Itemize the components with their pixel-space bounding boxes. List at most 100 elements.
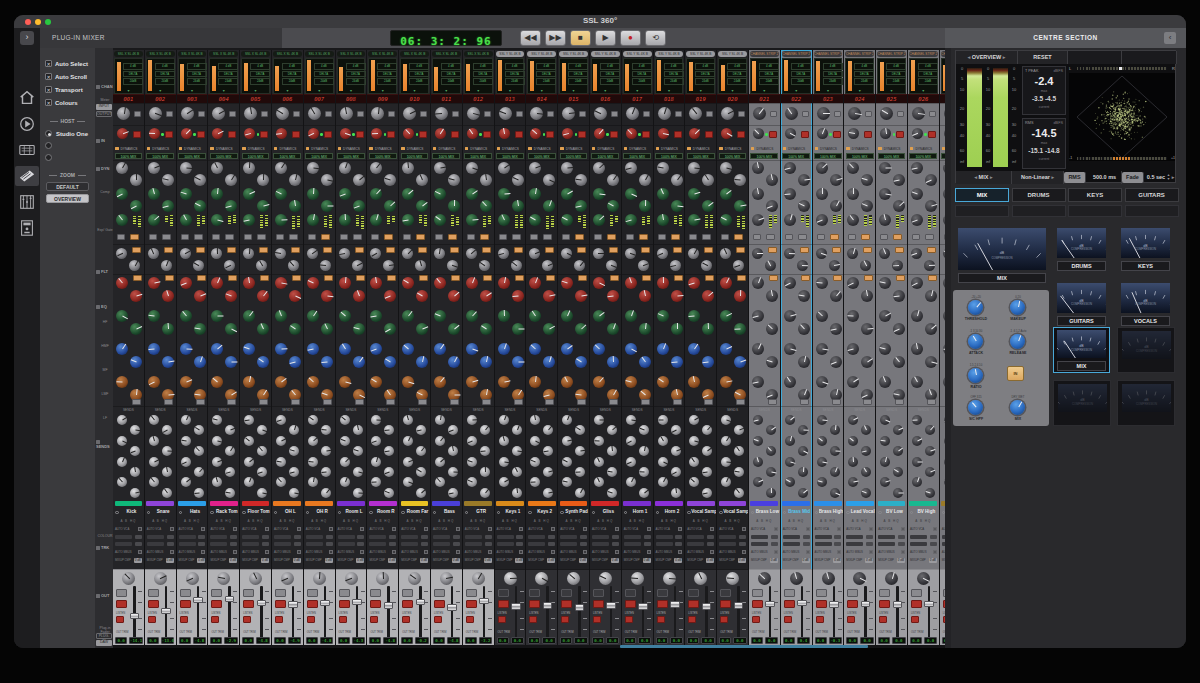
play-button[interactable]: ▶ — [595, 30, 616, 46]
button[interactable] — [943, 616, 945, 623]
knob[interactable] — [943, 214, 945, 226]
button[interactable] — [848, 234, 856, 240]
knob[interactable] — [848, 107, 861, 120]
knob[interactable] — [658, 477, 668, 487]
knob[interactable] — [276, 107, 289, 120]
fade-button[interactable]: Fade — [1122, 172, 1144, 183]
knob[interactable] — [639, 446, 649, 456]
meter-output-button[interactable]: OUTPUT — [96, 111, 112, 117]
button[interactable] — [720, 616, 728, 623]
knob[interactable] — [339, 248, 350, 259]
knob[interactable] — [435, 415, 445, 425]
knob[interactable] — [943, 188, 945, 200]
track-name[interactable]: Room R — [367, 507, 398, 518]
knob[interactable] — [798, 425, 808, 435]
knob[interactable] — [766, 488, 776, 498]
strip-header[interactable]: SSL X SL 4K B — [463, 50, 494, 58]
knob[interactable] — [817, 477, 827, 487]
knob[interactable] — [162, 323, 174, 335]
knob[interactable] — [257, 488, 267, 498]
knob[interactable] — [734, 200, 746, 212]
knob[interactable] — [561, 162, 573, 174]
knob[interactable] — [766, 356, 778, 368]
vu-label-vocals[interactable]: VOCALS — [1121, 316, 1170, 326]
knob[interactable] — [785, 415, 795, 425]
button[interactable] — [419, 275, 428, 281]
button[interactable] — [736, 247, 745, 253]
button[interactable] — [643, 111, 650, 117]
knob[interactable] — [830, 488, 840, 498]
knob[interactable] — [149, 477, 159, 487]
knob[interactable] — [289, 174, 301, 186]
knob[interactable] — [790, 572, 803, 585]
strip-header[interactable]: CHANNEL STRIP 2 — [813, 50, 844, 58]
button[interactable] — [466, 616, 474, 623]
knob[interactable] — [180, 310, 192, 322]
knob[interactable] — [257, 467, 267, 477]
button[interactable] — [642, 131, 650, 138]
track-name[interactable]: Bass — [431, 507, 462, 518]
knob[interactable] — [943, 310, 945, 322]
button[interactable] — [130, 234, 139, 240]
button[interactable] — [435, 234, 443, 240]
knob[interactable] — [543, 356, 555, 368]
knob[interactable] — [194, 467, 204, 477]
collapse-panel-button[interactable]: ‹ — [1164, 32, 1176, 44]
zoom-overview-button[interactable]: OVERVIEW — [46, 194, 89, 203]
knob[interactable] — [861, 425, 871, 435]
knob[interactable] — [861, 488, 871, 498]
knob[interactable] — [766, 467, 776, 477]
knob[interactable] — [626, 415, 636, 425]
knob[interactable] — [879, 310, 891, 322]
button[interactable] — [434, 600, 445, 608]
strip-header[interactable]: CHANNEL STRIP 2 — [876, 50, 907, 58]
knob[interactable] — [734, 488, 744, 498]
knob[interactable] — [848, 457, 858, 467]
knob[interactable] — [403, 415, 413, 425]
knob[interactable] — [257, 356, 269, 368]
knob[interactable] — [384, 488, 394, 498]
knob[interactable] — [321, 425, 331, 435]
button[interactable] — [243, 616, 251, 623]
knob[interactable] — [288, 260, 299, 271]
knob[interactable] — [416, 290, 428, 302]
knob[interactable] — [943, 248, 945, 259]
knob[interactable] — [353, 425, 363, 435]
knob[interactable] — [466, 162, 478, 174]
horizontal-scrollbar[interactable] — [113, 645, 945, 649]
button[interactable] — [357, 111, 364, 117]
knob[interactable] — [734, 356, 746, 368]
knob[interactable] — [688, 376, 700, 388]
knob[interactable] — [384, 290, 396, 302]
button[interactable] — [132, 247, 141, 253]
knob[interactable] — [434, 162, 446, 174]
knob[interactable] — [181, 477, 191, 487]
knob[interactable] — [162, 200, 174, 212]
comp-knob-release[interactable] — [1010, 334, 1025, 349]
fader-handle[interactable] — [606, 602, 616, 609]
button[interactable] — [609, 247, 618, 253]
fader-handle[interactable] — [320, 600, 330, 607]
button[interactable] — [847, 616, 855, 623]
track-name[interactable]: Synth Pad — [558, 507, 589, 518]
button[interactable] — [577, 399, 586, 405]
knob[interactable] — [384, 356, 396, 368]
knob[interactable] — [861, 323, 873, 335]
knob[interactable] — [116, 214, 128, 226]
button[interactable] — [847, 589, 858, 597]
fader-handle[interactable] — [734, 602, 744, 609]
knob[interactable] — [211, 248, 222, 259]
track-name[interactable]: BV High — [908, 507, 939, 518]
knob[interactable] — [339, 343, 351, 355]
button[interactable] — [863, 399, 872, 405]
knob[interactable] — [499, 457, 509, 467]
knob[interactable] — [943, 162, 945, 174]
button[interactable] — [418, 399, 427, 405]
knob[interactable] — [753, 128, 764, 139]
strip-header[interactable]: SSL X SL 4K B — [145, 50, 176, 58]
knob[interactable] — [798, 356, 810, 368]
fader-handle[interactable] — [638, 603, 648, 610]
knob[interactable] — [529, 162, 541, 174]
knob[interactable] — [689, 128, 700, 139]
knob[interactable] — [663, 572, 676, 585]
